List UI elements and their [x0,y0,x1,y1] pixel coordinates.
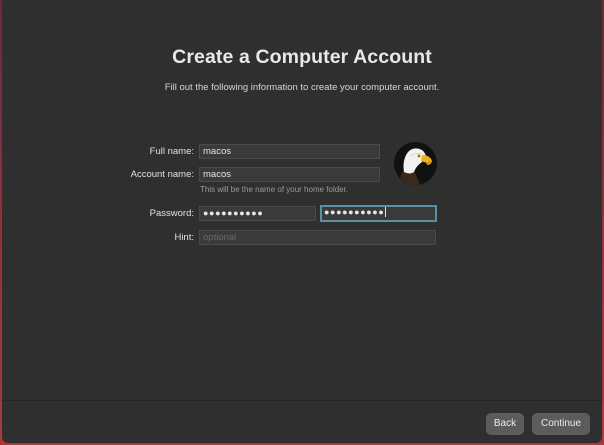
hint-field[interactable]: optional [199,230,436,245]
verify-password-field[interactable]: ●●●●●●●●●● [320,205,437,222]
full-name-field[interactable]: macos [199,144,380,159]
footer-divider [2,400,602,401]
full-name-label: Full name: [149,146,194,157]
password-field[interactable]: ●●●●●●●●●● [199,206,316,221]
back-button[interactable]: Back [486,413,524,435]
continue-button[interactable]: Continue [532,413,590,435]
account-name-help-text: This will be the name of your home folde… [200,185,349,194]
setup-window: Create a Computer Account Fill out the f… [2,0,602,443]
page-title: Create a Computer Account [172,46,432,68]
text-caret [385,207,387,218]
eagle-avatar-icon[interactable] [394,142,437,185]
account-name-label: Account name: [130,169,194,180]
password-value: ●●●●●●●●●● [203,208,264,218]
verify-password-value: ●●●●●●●●●● [324,207,385,217]
account-name-field[interactable]: macos [199,167,380,182]
page-subtitle: Fill out the following information to cr… [164,82,440,93]
password-label: Password: [149,208,194,219]
hint-label: Hint: [174,232,194,243]
